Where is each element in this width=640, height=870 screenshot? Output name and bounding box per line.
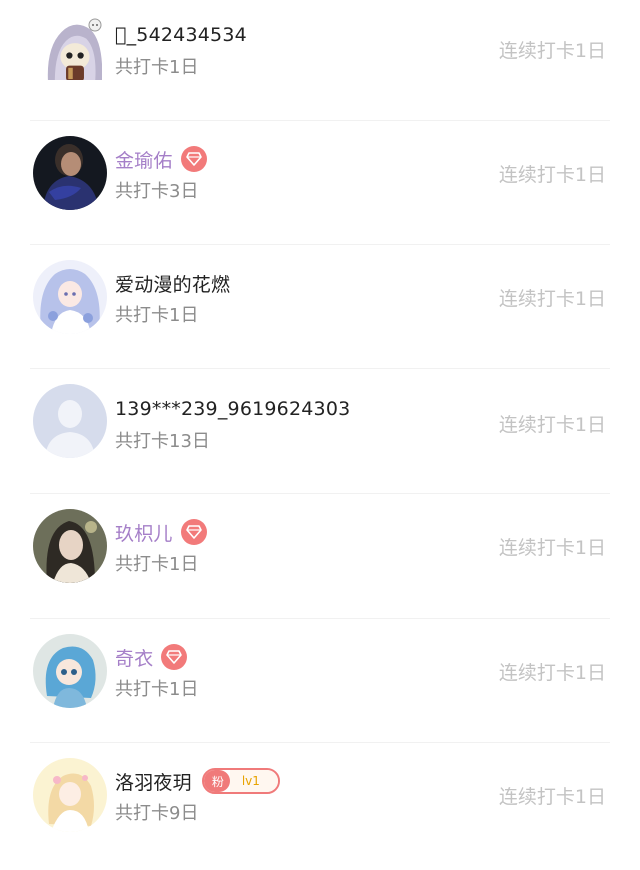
total-checkin-days: 共打卡1日: [115, 554, 199, 575]
avatar[interactable]: [33, 758, 107, 832]
streak-checkin-days: 连续打卡1日: [498, 164, 606, 186]
speech-bubble-icon: [88, 18, 102, 32]
streak-checkin-days: 连续打卡1日: [498, 40, 606, 62]
user-name[interactable]: 玖枳儿: [115, 519, 173, 546]
list-item[interactable]: 洛羽夜玥 粉 lv1 共打卡9日 连续打卡1日: [0, 746, 640, 870]
divider: [30, 368, 610, 369]
total-checkin-days: 共打卡13日: [115, 431, 210, 452]
streak-checkin-days: 连续打卡1日: [498, 662, 606, 684]
user-name[interactable]: 洛羽夜玥: [115, 768, 192, 795]
streak-checkin-days: 连续打卡1日: [498, 414, 606, 436]
streak-checkin-days: 连续打卡1日: [498, 786, 606, 808]
vip-diamond-icon: [180, 519, 207, 545]
user-name[interactable]: 奇衣: [115, 644, 153, 671]
streak-checkin-days: 连续打卡1日: [498, 537, 606, 559]
divider: [30, 244, 610, 245]
list-item[interactable]: 玖枳儿 共打卡1日 连续打卡1日: [0, 497, 640, 621]
blue-doll-avatar-icon: [33, 634, 107, 708]
user-name[interactable]: 金瑜佑: [115, 146, 173, 173]
list-item[interactable]: 奇衣 共打卡1日 连续打卡1日: [0, 622, 640, 746]
total-checkin-days: 共打卡1日: [115, 57, 199, 78]
avatar[interactable]: [33, 634, 107, 708]
list-item[interactable]: 金瑜佑 共打卡3日 连续打卡1日: [0, 124, 640, 248]
vip-diamond-icon: [161, 644, 188, 670]
fan-tag: 粉: [203, 770, 230, 792]
streak-checkin-days: 连续打卡1日: [498, 288, 606, 310]
list-item[interactable]:  _542434534 共打卡1日 连续打卡1日: [0, 0, 640, 124]
checkin-list:  _542434534 共打卡1日 连续打卡1日 金瑜佑 共打卡3日 连续打卡1…: [0, 0, 640, 844]
card-anime-avatar-icon: [33, 758, 107, 832]
fan-level-badge: 粉 lv1: [201, 768, 280, 794]
user-name[interactable]: 139***239_9619624303: [115, 398, 350, 420]
total-checkin-days: 共打卡9日: [115, 803, 199, 824]
divider: [30, 742, 610, 743]
avatar[interactable]: [33, 509, 107, 583]
default-person-avatar-icon: [33, 384, 107, 458]
portrait-photo-avatar-icon: [33, 509, 107, 583]
vip-diamond-icon: [180, 146, 207, 172]
fan-level: lv1: [229, 770, 278, 792]
avatar[interactable]: [33, 260, 107, 334]
total-checkin-days: 共打卡3日: [115, 181, 199, 202]
dark-photo-avatar-icon: [33, 136, 107, 210]
total-checkin-days: 共打卡1日: [115, 305, 199, 326]
list-item[interactable]: 139***239_9619624303 共打卡13日 连续打卡1日: [0, 372, 640, 496]
divider: [30, 618, 610, 619]
divider: [30, 493, 610, 494]
avatar[interactable]: [33, 384, 107, 458]
total-checkin-days: 共打卡1日: [115, 679, 199, 700]
avatar[interactable]: [33, 136, 107, 210]
anime-girl-avatar-icon: [33, 260, 107, 334]
user-name[interactable]: 爱动漫的花燃: [115, 270, 230, 297]
user-name[interactable]:  _542434534: [115, 24, 247, 46]
divider: [30, 120, 610, 121]
list-item[interactable]: 爱动漫的花燃 共打卡1日 连续打卡1日: [0, 248, 640, 372]
